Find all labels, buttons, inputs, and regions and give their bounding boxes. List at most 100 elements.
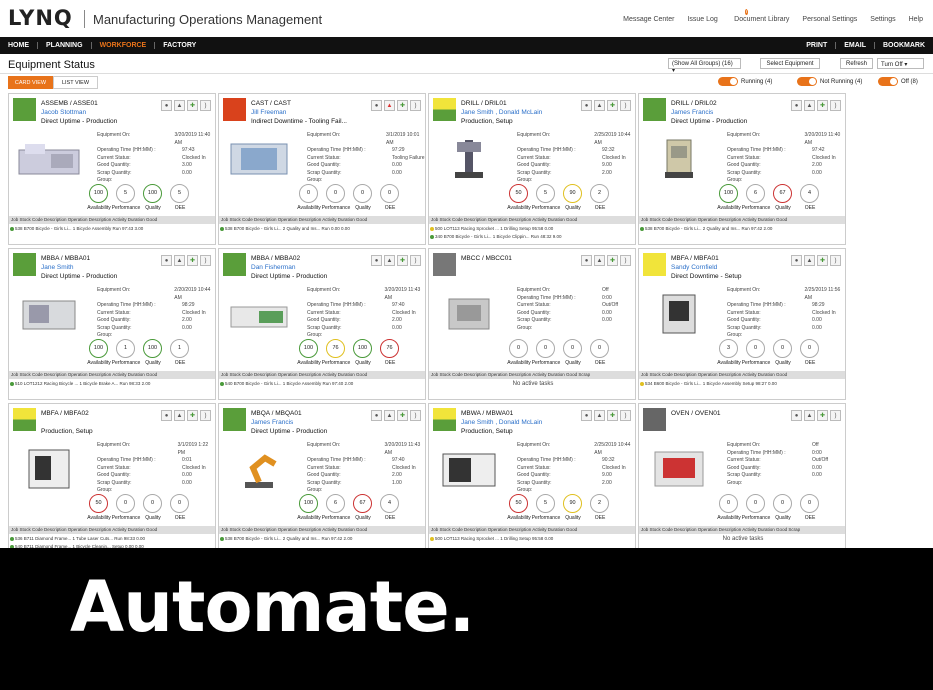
signal-icon[interactable]: ) xyxy=(620,255,631,266)
equipment-card[interactable]: DRILL / DRIL01 Jane Smith , Donald McLain… xyxy=(428,93,636,245)
signal-icon[interactable]: ) xyxy=(410,255,421,266)
signal-icon[interactable]: ) xyxy=(620,410,631,421)
issue-log-link[interactable]: Issue Log 7 xyxy=(687,9,749,25)
operator-names[interactable]: James Francis xyxy=(671,109,713,116)
print-link[interactable]: PRINT xyxy=(798,42,835,49)
task-row[interactable]: 540 B700 Bicycle - Girls Li... 1 Bicycle… xyxy=(219,380,425,388)
equipment-card[interactable]: MBFA / MBFA01 Sandy Cornfield Direct Downt… xyxy=(638,248,846,400)
warning-icon[interactable]: ▲ xyxy=(384,410,395,421)
signal-icon[interactable]: ) xyxy=(830,255,841,266)
document-library-link[interactable]: Document Library xyxy=(734,16,789,25)
bell-icon[interactable]: ● xyxy=(371,410,382,421)
equipment-card[interactable]: MBCC / MBCC01 ● ▲ ✚) Equipment On: Off Operati… xyxy=(428,248,636,400)
nav-planning[interactable]: PLANNING xyxy=(37,42,91,49)
equipment-card[interactable]: MBBA / MBBA01 Jane Smith Direct Uptime - P… xyxy=(8,248,216,400)
nav-home[interactable]: HOME xyxy=(8,42,37,49)
signal-icon[interactable]: ) xyxy=(200,255,211,266)
turn-off-select[interactable]: Turn Off ▾ xyxy=(877,58,924,69)
bell-icon[interactable]: ● xyxy=(791,255,802,266)
operator-names[interactable]: James Francis xyxy=(251,419,293,426)
bell-icon[interactable]: ● xyxy=(791,410,802,421)
signal-icon[interactable]: ) xyxy=(410,410,421,421)
warning-icon[interactable]: ▲ xyxy=(384,100,395,111)
warning-icon[interactable]: ▲ xyxy=(804,255,815,266)
bell-icon[interactable]: ● xyxy=(371,100,382,111)
email-link[interactable]: EMAIL xyxy=(835,42,874,49)
equipment-card[interactable]: MBWA / MBWA01 Jane Smith , Donald McLain P… xyxy=(428,403,636,548)
tab-list-view[interactable]: LIST VIEW xyxy=(53,76,98,89)
tool-icon[interactable]: ✚ xyxy=(187,255,198,266)
tab-card-view[interactable]: CARD VIEW xyxy=(8,76,53,89)
lynq-logo[interactable]: LYNQ xyxy=(8,6,73,30)
bell-icon[interactable]: ● xyxy=(581,255,592,266)
task-row[interactable]: 534 B600 Bicycle - Girls Li... 1 Bicycle… xyxy=(639,380,845,388)
help-link[interactable]: Help xyxy=(909,16,923,25)
nav-workforce[interactable]: WORKFORCE xyxy=(90,42,155,49)
task-row[interactable]: 536 B711 Diamond Frame... 1 Tube Laser C… xyxy=(9,535,215,543)
select-equipment-button[interactable]: Select Equipment xyxy=(760,58,820,69)
signal-icon[interactable]: ) xyxy=(200,100,211,111)
equipment-card[interactable]: MBFA / MBFA02 Production, Setup ● ▲ ✚) Equipm… xyxy=(8,403,216,548)
settings-link[interactable]: Settings xyxy=(870,16,895,25)
refresh-button[interactable]: Refresh xyxy=(840,58,873,69)
nav-factory[interactable]: FACTORY xyxy=(154,42,204,49)
tool-icon[interactable]: ✚ xyxy=(817,255,828,266)
tool-icon[interactable]: ✚ xyxy=(397,100,408,111)
tool-icon[interactable]: ✚ xyxy=(817,100,828,111)
signal-icon[interactable]: ) xyxy=(830,410,841,421)
tool-icon[interactable]: ✚ xyxy=(187,410,198,421)
task-row[interactable]: 538 B700 Bicycle - Girls Li... 2 Quality… xyxy=(639,225,845,233)
bell-icon[interactable]: ● xyxy=(581,410,592,421)
task-row[interactable]: 538 B700 Bicycle - Girls Li... 2 Quality… xyxy=(219,225,425,233)
equipment-card[interactable]: MBQA / MBQA01 James Francis Direct Uptime … xyxy=(218,403,426,548)
operator-names[interactable]: Jacob Stottman xyxy=(41,109,86,116)
bell-icon[interactable]: ● xyxy=(161,255,172,266)
tool-icon[interactable]: ✚ xyxy=(397,255,408,266)
warning-icon[interactable]: ▲ xyxy=(594,255,605,266)
warning-icon[interactable]: ▲ xyxy=(594,410,605,421)
task-row[interactable]: 500 LOT113 Racing Sprocket ... 1 Drillin… xyxy=(429,535,635,543)
operator-names[interactable]: Sandy Cornfield xyxy=(671,264,717,271)
operator-names[interactable]: Jane Smith xyxy=(41,264,74,271)
signal-icon[interactable]: ) xyxy=(830,100,841,111)
operator-names[interactable]: Jill Freeman xyxy=(251,109,286,116)
bell-icon[interactable]: ● xyxy=(161,410,172,421)
not-running-toggle[interactable] xyxy=(797,77,817,86)
equipment-card[interactable]: OVEN / OVEN01 ● ▲ ✚) Equipment On: Off Operati… xyxy=(638,403,846,548)
tool-icon[interactable]: ✚ xyxy=(817,410,828,421)
signal-icon[interactable]: ) xyxy=(620,100,631,111)
warning-icon[interactable]: ▲ xyxy=(384,255,395,266)
task-row[interactable]: 538 B700 Bicycle - Girls Li... 2 Quality… xyxy=(219,535,425,543)
off-legend[interactable]: Off (8) xyxy=(878,77,918,86)
warning-icon[interactable]: ▲ xyxy=(804,410,815,421)
running-toggle[interactable] xyxy=(718,77,738,86)
warning-icon[interactable]: ▲ xyxy=(804,100,815,111)
warning-icon[interactable]: ▲ xyxy=(174,410,185,421)
warning-icon[interactable]: ▲ xyxy=(174,100,185,111)
task-row[interactable]: 538 B700 Bicycle - Girls Li... 1 Bicycle… xyxy=(9,225,215,233)
equipment-card[interactable]: CAST / CAST Jill Freeman Indirect Downtime… xyxy=(218,93,426,245)
tool-icon[interactable]: ✚ xyxy=(187,100,198,111)
tool-icon[interactable]: ✚ xyxy=(607,255,618,266)
task-row[interactable]: 340 B700 Bicycle - Girls Li... 1 Bicycle… xyxy=(429,233,635,241)
tool-icon[interactable]: ✚ xyxy=(607,410,618,421)
message-center-link[interactable]: Message Center xyxy=(623,16,674,25)
warning-icon[interactable]: ▲ xyxy=(174,255,185,266)
warning-icon[interactable]: ▲ xyxy=(594,100,605,111)
not-running-legend[interactable]: Not Running (4) xyxy=(797,77,862,86)
bell-icon[interactable]: ● xyxy=(791,100,802,111)
equipment-card[interactable]: DRILL / DRIL02 James Francis Direct Uptime… xyxy=(638,93,846,245)
operator-names[interactable]: Jane Smith , Donald McLain xyxy=(461,109,542,116)
running-legend[interactable]: Running (4) xyxy=(718,77,772,86)
equipment-card[interactable]: MBBA / MBBA02 Dan Fisherman Direct Uptime … xyxy=(218,248,426,400)
operator-names[interactable]: Jane Smith , Donald McLain xyxy=(461,419,542,426)
task-row[interactable]: 510 LOT1212 Racing Bicycle ... 1 Bicycle… xyxy=(9,380,215,388)
bell-icon[interactable]: ● xyxy=(371,255,382,266)
operator-names[interactable]: Dan Fisherman xyxy=(251,264,295,271)
signal-icon[interactable]: ) xyxy=(200,410,211,421)
bell-icon[interactable]: ● xyxy=(161,100,172,111)
signal-icon[interactable]: ) xyxy=(410,100,421,111)
bookmark-link[interactable]: BOOKMARK xyxy=(874,42,925,49)
bell-icon[interactable]: ● xyxy=(581,100,592,111)
personal-settings-link[interactable]: Personal Settings xyxy=(802,16,857,25)
